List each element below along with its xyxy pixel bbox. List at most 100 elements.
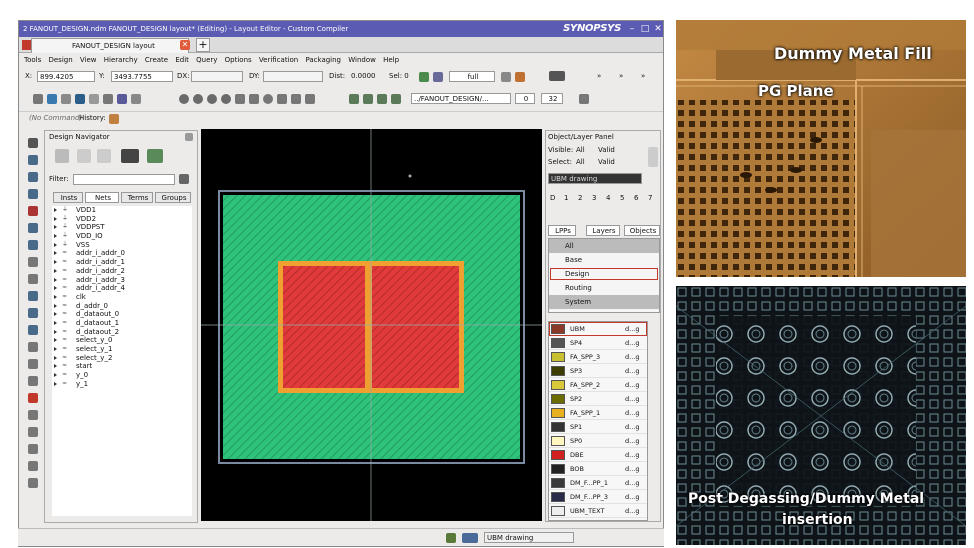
label-tool-icon[interactable] [28,240,38,250]
menu-create[interactable]: Create [145,54,168,67]
filter-input[interactable] [73,174,175,185]
menu-verification[interactable]: Verification [259,54,298,67]
layer-row[interactable]: SP1 d...g [549,420,647,434]
hierarchy-path-field[interactable]: ../FANOUT_DESIGN/... [411,93,511,104]
layer-row[interactable]: DM_F...PP_3 d...g [549,490,647,504]
close-icon[interactable]: ✕ [653,24,663,34]
fit-icon[interactable] [249,94,259,104]
filter-clear-icon[interactable] [179,174,189,184]
merge-tool-icon[interactable] [28,342,38,352]
layer-row[interactable]: UBM_TEXT d...g [549,504,647,518]
zoom-in-icon[interactable] [179,94,189,104]
menu-options[interactable]: Options [225,54,252,67]
panel-options-icon[interactable] [648,147,658,167]
visible-all-radio[interactable]: All [576,145,585,156]
layer-number-3[interactable]: 3 [592,193,596,204]
lpp-group-routing[interactable]: Routing [549,281,659,295]
minimize-icon[interactable]: – [627,24,637,34]
snap-icon[interactable] [501,72,511,82]
dy-field[interactable] [263,71,323,82]
net-item[interactable]: ≈ addr_i_addr_4 [52,284,192,293]
lpp-group-system[interactable]: System [549,295,659,309]
layer-row[interactable]: FA_SPP_3 d...g [549,350,647,364]
net-item[interactable]: ⏚ VSS [52,241,192,250]
command-field[interactable]: (No Command) [29,113,82,124]
rotate-tool-icon[interactable] [28,410,38,420]
layer-selector-icon[interactable] [462,533,478,543]
layer-row[interactable]: SP2 d...g [549,392,647,406]
tab-lpps[interactable]: LPPs [548,225,576,236]
instance-tool-icon[interactable] [28,223,38,233]
start-level-spin[interactable]: 0 [515,93,535,104]
current-layer-select[interactable]: UBM drawing [548,173,642,184]
net-item[interactable]: ≈ select_y_2 [52,354,192,363]
grid-icon[interactable] [433,72,443,82]
select-tool-icon[interactable] [28,138,38,148]
pan-icon[interactable] [235,94,245,104]
select-mode-icon[interactable] [121,149,139,163]
history-icon[interactable] [109,114,119,124]
lpp-group-base[interactable]: Base [549,253,659,267]
menu-tools[interactable]: Tools [24,54,41,67]
net-item[interactable]: ≈ addr_i_addr_3 [52,276,192,285]
layer-number-1[interactable]: 1 [564,193,568,204]
pin-tool-icon[interactable] [28,274,38,284]
tab-terms[interactable]: Terms [121,192,153,203]
forward-icon[interactable] [97,149,111,163]
layer-visibility-icon[interactable] [446,533,456,543]
layout-canvas[interactable] [201,129,542,521]
new-tab-button[interactable]: + [196,38,210,52]
overflow-chevron-2[interactable]: » [619,71,623,82]
menu-window[interactable]: Window [348,54,376,67]
rectangle-tool-icon[interactable] [28,155,38,165]
menu-design[interactable]: Design [48,54,72,67]
via-tool-icon[interactable] [28,206,38,216]
net-item[interactable]: ⏚ VDDPST [52,223,192,232]
previous-view-icon[interactable] [305,94,315,104]
tab-nets[interactable]: Nets [85,192,119,203]
layer-row[interactable]: FA_SPP_2 d...g [549,378,647,392]
zoom-out-icon[interactable] [193,94,203,104]
menu-edit[interactable]: Edit [175,54,189,67]
pointer-mode-icon[interactable] [549,71,565,81]
tab-objects[interactable]: Objects [624,225,660,236]
tab-insts[interactable]: Insts [53,192,83,203]
lpp-group-design[interactable]: Design [549,267,659,281]
overflow-chevron-1[interactable]: » [597,71,601,82]
layer-row[interactable]: DM_F...PP_1 d...g [549,476,647,490]
layer-row[interactable]: SP0 d...g [549,434,647,448]
copy-tool-icon[interactable] [28,308,38,318]
delete-tool-icon[interactable] [28,393,38,403]
polygon-tool-icon[interactable] [28,172,38,182]
chop-tool-icon[interactable] [28,359,38,369]
net-item[interactable]: ≈ addr_i_addr_0 [52,249,192,258]
select-valid-check[interactable]: Valid [598,157,615,168]
menu-query[interactable]: Query [196,54,217,67]
edit-in-place-icon[interactable] [377,94,387,104]
net-item[interactable]: ≈ y_1 [52,380,192,389]
properties-icon[interactable] [131,94,141,104]
tab-fanout-design-layout[interactable]: FANOUT_DESIGN layout [31,38,189,53]
net-item[interactable]: ≈ d_dataout_0 [52,310,192,319]
menu-hierarchy[interactable]: Hierarchy [104,54,138,67]
layer-row[interactable]: UBM d...g [549,322,647,336]
properties-tool-icon[interactable] [28,461,38,471]
layer-number-d[interactable]: D [550,193,555,204]
net-item[interactable]: ≈ d_dataout_1 [52,319,192,328]
tab-groups[interactable]: Groups [155,192,191,203]
overflow-chevron-3[interactable]: » [641,71,645,82]
flip-tool-icon[interactable] [28,427,38,437]
display-mode-field[interactable]: full [449,71,495,82]
path-tool-icon[interactable] [28,189,38,199]
layer-row[interactable]: SP4 d...g [549,336,647,350]
layer-number-7[interactable]: 7 [648,193,652,204]
tab-close-icon[interactable]: ✕ [180,40,190,50]
filter-options-icon[interactable] [147,149,163,163]
edit-icon[interactable] [291,94,301,104]
layer-row[interactable]: FA_SPP_1 d...g [549,406,647,420]
zoom-area-icon[interactable] [207,94,217,104]
split-tool-icon[interactable] [28,376,38,386]
x-coordinate-field[interactable]: 899.4205 [37,71,95,82]
lpp-group-all[interactable]: All [549,239,659,253]
net-item[interactable]: ≈ start [52,362,192,371]
